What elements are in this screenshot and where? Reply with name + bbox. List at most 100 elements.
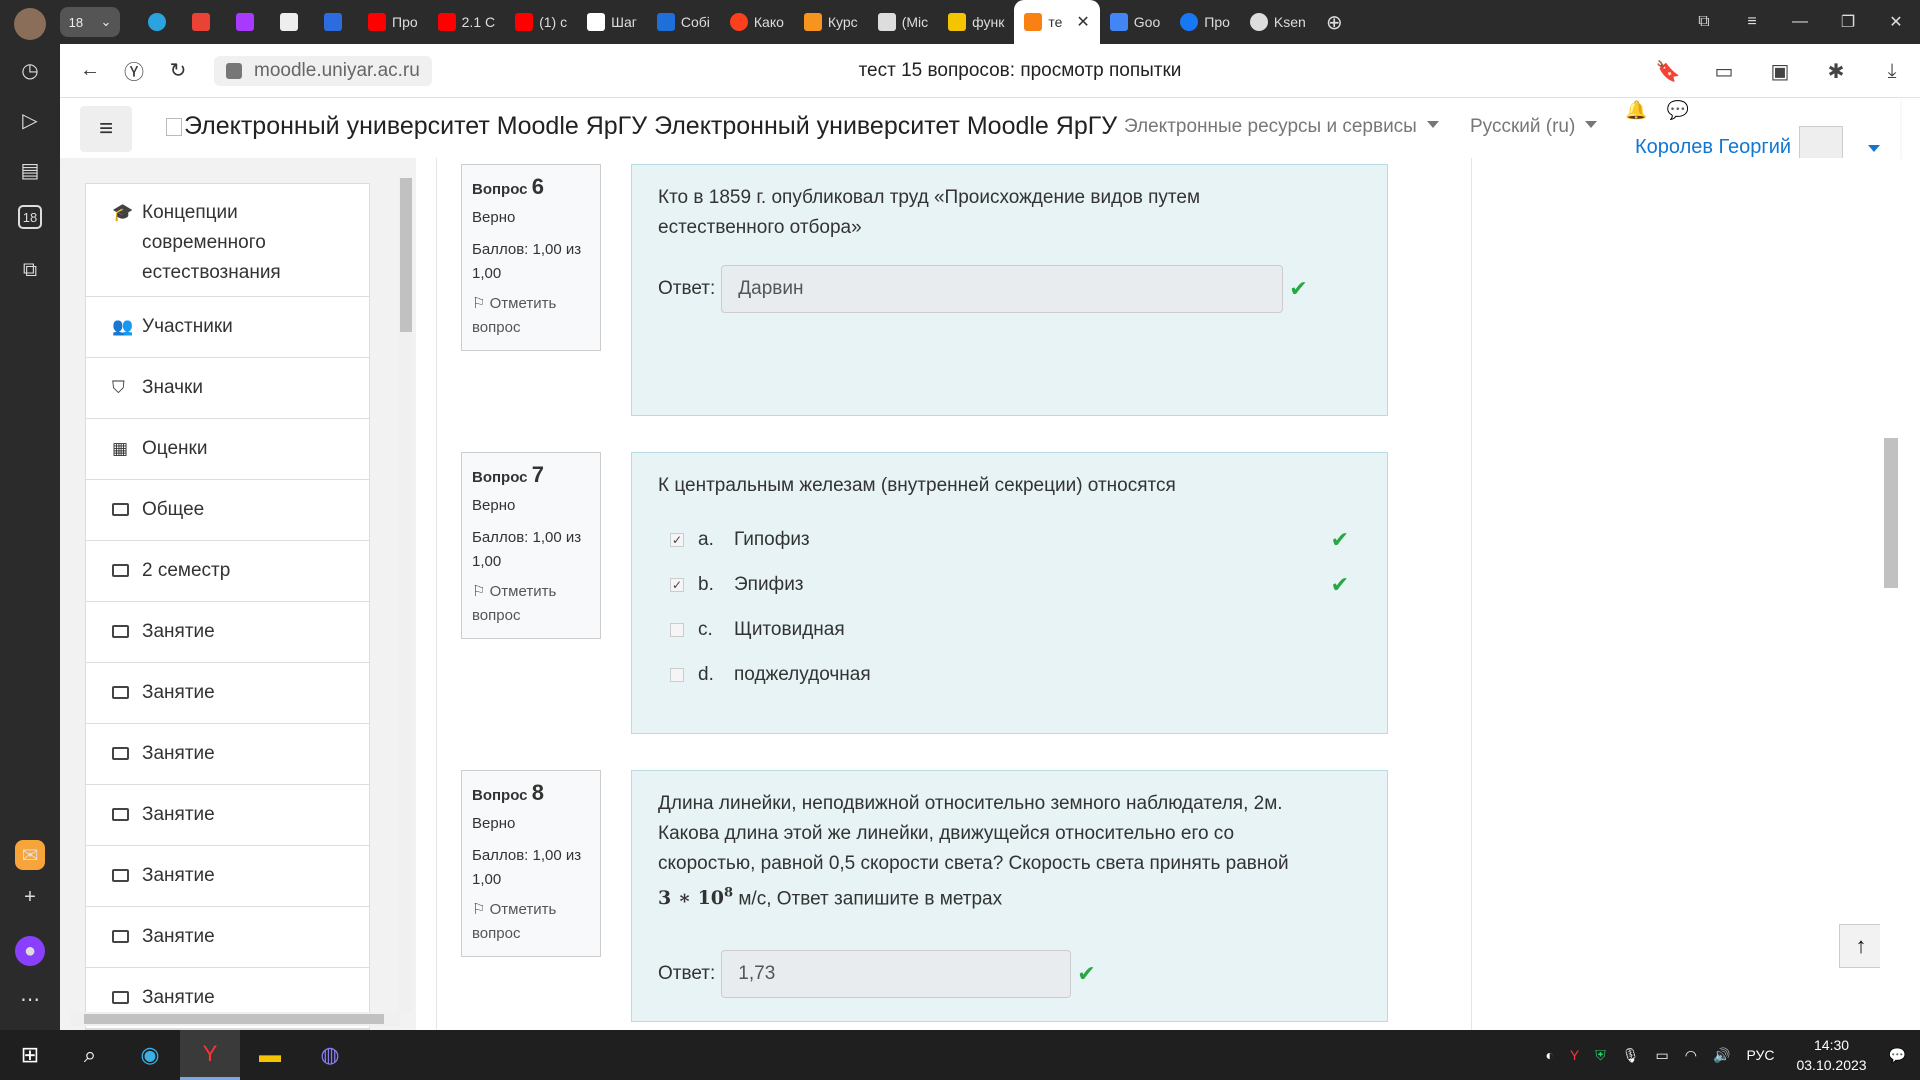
scrollbar-thumb[interactable] bbox=[1884, 438, 1898, 588]
drawer-item-lesson[interactable]: Занятие bbox=[86, 602, 369, 663]
option-c[interactable]: c. Щитовидная bbox=[658, 607, 1361, 652]
close-window-button[interactable]: ✕ bbox=[1872, 12, 1920, 32]
checkbox-checked[interactable]: ✓ bbox=[670, 532, 684, 547]
mail-app-icon[interactable]: ✉ bbox=[15, 840, 45, 870]
more-icon[interactable]: ⋯ bbox=[15, 984, 45, 1014]
reload-button[interactable]: ↻ bbox=[156, 58, 200, 83]
extension-icon[interactable]: ✱ bbox=[1808, 59, 1864, 84]
option-b[interactable]: ✓ b. Эпифиз ✔ bbox=[658, 562, 1361, 607]
tab-9[interactable]: функ bbox=[938, 0, 1014, 44]
battery-tray-icon[interactable]: ▭ bbox=[1656, 1047, 1669, 1064]
tab-telegram[interactable] bbox=[138, 0, 182, 44]
drawer-horizontal-scrollbar[interactable] bbox=[70, 1012, 400, 1026]
profile-avatar[interactable] bbox=[14, 8, 46, 40]
scrollbar-thumb[interactable] bbox=[84, 1014, 384, 1024]
answer-input[interactable]: 1,73 bbox=[721, 950, 1072, 999]
tab-gmail[interactable] bbox=[182, 0, 226, 44]
new-tab-button[interactable]: ⊕ bbox=[1316, 0, 1353, 44]
tab-active-moodle[interactable]: те ✕ bbox=[1014, 0, 1100, 44]
bell-icon[interactable]: 🔔 bbox=[1625, 100, 1647, 120]
flag-question-link-line2[interactable]: вопрос bbox=[472, 922, 590, 946]
tab-4[interactable]: Шаг bbox=[577, 0, 647, 44]
security-icon[interactable]: ⛨ bbox=[1595, 1047, 1606, 1064]
tab-8[interactable]: (Mic bbox=[868, 0, 938, 44]
drawer-item-general[interactable]: Общее bbox=[86, 480, 369, 541]
restore-button[interactable]: ❐ bbox=[1824, 12, 1872, 32]
microphone-icon[interactable]: 🎙 bbox=[1622, 1047, 1640, 1064]
drawer-item-lesson[interactable]: Занятие bbox=[86, 724, 369, 785]
resources-menu[interactable]: Электронные ресурсы и сервисы bbox=[1124, 116, 1439, 138]
minimize-button[interactable]: — bbox=[1776, 13, 1824, 31]
drawer-item-lesson[interactable]: Занятие bbox=[86, 907, 369, 968]
drawer-item-badges[interactable]: ⛉ Значки bbox=[86, 358, 369, 419]
flag-question-link[interactable]: ⚐ Отметить bbox=[472, 580, 590, 604]
search-icon[interactable]: ⌕ bbox=[60, 1030, 120, 1080]
url-field[interactable]: moodle.uniyar.ac.ru bbox=[214, 55, 432, 86]
edge-icon[interactable]: ◉ bbox=[120, 1030, 180, 1080]
tab-reshak[interactable] bbox=[270, 0, 314, 44]
chat-icon[interactable]: 💬 bbox=[1666, 100, 1688, 120]
user-menu-name[interactable]: Королев Георгий bbox=[1635, 136, 1791, 159]
back-to-top-button[interactable]: ↑ bbox=[1839, 924, 1883, 968]
notifications-icon[interactable]: 💬 bbox=[1889, 1047, 1906, 1064]
tab-7[interactable]: Курс bbox=[794, 0, 868, 44]
tab-12[interactable]: Ksen bbox=[1240, 0, 1316, 44]
user-menu-caret-icon[interactable] bbox=[1868, 145, 1880, 152]
lock-icon[interactable] bbox=[226, 62, 242, 79]
menu-icon[interactable]: ≡ bbox=[1728, 13, 1776, 31]
checkbox-unchecked[interactable] bbox=[670, 667, 684, 682]
checkbox-unchecked[interactable] bbox=[670, 622, 684, 637]
tab-p[interactable] bbox=[314, 0, 358, 44]
collections-icon[interactable]: ▤ bbox=[15, 155, 45, 185]
flag-question-link[interactable]: ⚐ Отметить bbox=[472, 898, 590, 922]
language-indicator[interactable]: РУС bbox=[1746, 1047, 1774, 1063]
file-explorer-icon[interactable]: ▬ bbox=[240, 1030, 300, 1080]
alice-assistant-icon[interactable]: ● bbox=[15, 936, 45, 966]
yandex-tray-icon[interactable]: Y bbox=[1570, 1047, 1579, 1063]
tab-wb[interactable] bbox=[226, 0, 270, 44]
play-icon[interactable]: ▷ bbox=[15, 105, 45, 135]
tab-6[interactable]: Како bbox=[720, 0, 794, 44]
back-button[interactable]: ← bbox=[68, 59, 112, 82]
flag-question-link-line2[interactable]: вопрос bbox=[472, 316, 590, 340]
flag-question-link[interactable]: ⚐ Отметить bbox=[472, 292, 590, 316]
windows-start-icon[interactable]: ⊞ bbox=[0, 1030, 60, 1080]
tab-10[interactable]: Goo bbox=[1100, 0, 1170, 44]
drawer-item-course[interactable]: 🎓 Концепции современного естествознания bbox=[86, 184, 369, 297]
language-menu[interactable]: Русский (ru) bbox=[1470, 116, 1598, 138]
tab-manager-icon[interactable]: ⧉ bbox=[1680, 13, 1728, 31]
network-monitor-icon[interactable]: ◐ bbox=[1545, 1047, 1553, 1063]
screenshot-icon[interactable]: ⧉ bbox=[15, 255, 45, 285]
download-icon[interactable]: ⤓ bbox=[1864, 60, 1920, 83]
clock[interactable]: 14:30 03.10.2023 bbox=[1796, 1035, 1866, 1075]
site-brand-link[interactable]: Электронный университет Moodle ЯрГУ Элек… bbox=[166, 112, 1117, 141]
discord-icon[interactable]: ◍ bbox=[300, 1030, 360, 1080]
drawer-vertical-scrollbar[interactable] bbox=[398, 178, 412, 1012]
option-a[interactable]: ✓ a. Гипофиз ✔ bbox=[658, 517, 1361, 562]
checkbox-checked[interactable]: ✓ bbox=[670, 577, 684, 592]
drawer-item-grades[interactable]: ▦ Оценки bbox=[86, 419, 369, 480]
drawer-item-lesson[interactable]: Занятие bbox=[86, 785, 369, 846]
tab-5[interactable]: Собі bbox=[647, 0, 720, 44]
tab-group-button[interactable]: 18 ⌄ bbox=[60, 7, 120, 37]
option-d[interactable]: d. поджелудочная bbox=[658, 652, 1361, 697]
history-icon[interactable]: ◷ bbox=[15, 55, 45, 85]
flag-question-link-line2[interactable]: вопрос bbox=[472, 604, 590, 628]
drawer-item-semester[interactable]: 2 семестр bbox=[86, 541, 369, 602]
close-icon[interactable]: ✕ bbox=[1076, 12, 1089, 32]
tab-1[interactable]: Про bbox=[358, 0, 428, 44]
yandex-browser-icon[interactable]: Y bbox=[180, 1030, 240, 1080]
add-panel-icon[interactable]: + bbox=[15, 882, 45, 912]
tab-group-badge-icon[interactable]: 18 bbox=[18, 205, 42, 229]
page-scrollbar[interactable] bbox=[1880, 158, 1900, 1030]
scrollbar-thumb[interactable] bbox=[400, 178, 412, 332]
drawer-toggle-button[interactable]: ≡ bbox=[80, 106, 132, 152]
reader-icon[interactable]: ▣ bbox=[1752, 59, 1808, 84]
tab-3[interactable]: (1) с bbox=[505, 0, 577, 44]
bookmark-icon[interactable]: 🔖 bbox=[1640, 59, 1696, 84]
drawer-item-participants[interactable]: 👥 Участники bbox=[86, 297, 369, 358]
tab-11[interactable]: Про bbox=[1170, 0, 1240, 44]
wifi-icon[interactable]: ◠ bbox=[1685, 1047, 1697, 1064]
tab-2[interactable]: 2.1 С bbox=[428, 0, 505, 44]
answer-input[interactable]: Дарвин bbox=[721, 265, 1284, 313]
